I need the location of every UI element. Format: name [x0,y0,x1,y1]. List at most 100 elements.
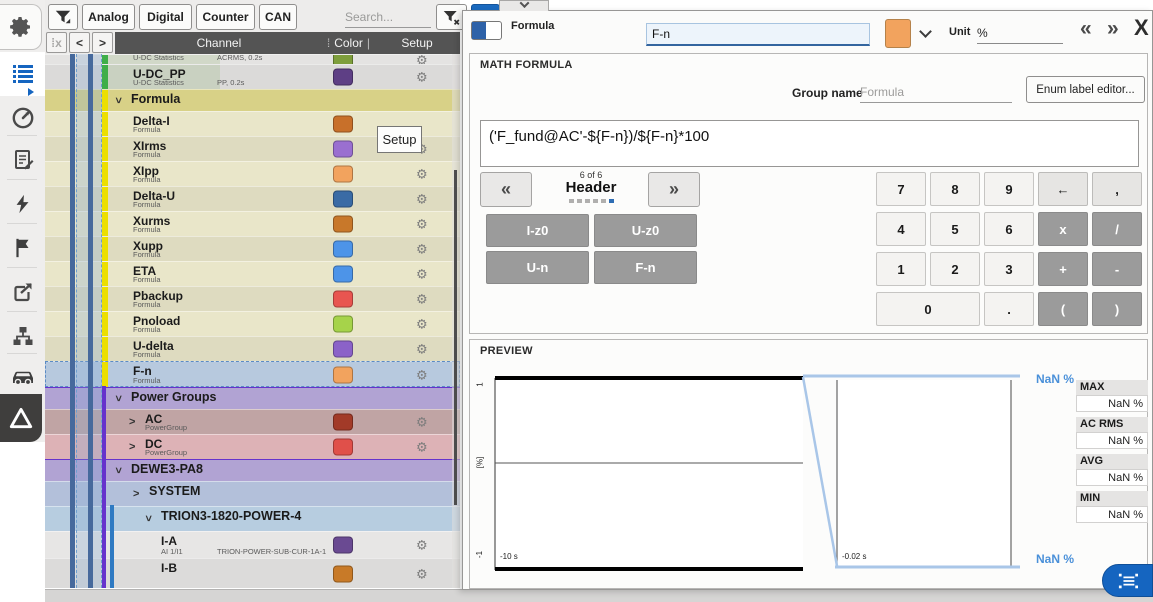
sidebar-item-channel-list[interactable] [0,52,45,96]
column-setup[interactable]: Setup [374,36,460,50]
color-swatch[interactable] [333,566,353,583]
key-3[interactable]: 3 [984,252,1034,286]
color-swatch[interactable] [333,54,353,64]
color-swatch[interactable] [333,166,353,183]
setup-gear-icon[interactable]: ⚙ [416,71,428,84]
channel-row-delta-u[interactable]: > Delta-U Formula ⚙ [45,186,460,211]
chevron-down-icon[interactable] [919,25,932,38]
hide-column-button[interactable]: ⁞x [46,32,67,53]
sidebar-item-vehicle[interactable] [0,355,45,397]
color-swatch[interactable] [333,191,353,208]
settings-tab[interactable] [0,4,42,50]
close-button[interactable]: X [1134,15,1149,41]
setup-gear-icon[interactable]: ⚙ [416,416,428,429]
key-+[interactable]: + [1038,252,1088,286]
filter-button[interactable] [48,4,78,30]
setup-gear-icon[interactable]: ⚙ [416,368,428,381]
sidebar-item-power[interactable] [0,183,45,225]
channel-row-dc[interactable]: > DC PowerGroup ⚙ [45,434,460,459]
filter-tab-can[interactable]: CAN [259,4,297,30]
sidebar-item-topology[interactable] [0,315,45,357]
color-swatch[interactable] [333,316,353,333]
column-color[interactable]: Color [334,36,363,50]
key--[interactable]: - [1092,252,1142,286]
channel-row-partial[interactable]: > U-DC Statistics ACRMS, 0.2s ⚙ [45,54,460,64]
expand-chevron-icon[interactable]: > [129,416,135,428]
key-)[interactable]: ) [1092,292,1142,326]
group-row-power groups[interactable]: > Power Groups [45,387,460,409]
group-name-input[interactable] [860,82,1012,103]
color-swatch[interactable] [333,69,353,86]
key-backspace[interactable]: ← [1038,172,1088,206]
color-swatch[interactable] [333,366,353,383]
scroll-left-button[interactable]: < [69,32,90,53]
setup-gear-icon[interactable]: ⚙ [416,539,428,552]
keyboard-toggle-button[interactable] [1102,564,1153,597]
channel-enable-toggle[interactable] [471,21,502,40]
key-0[interactable]: 0 [876,292,980,326]
channel-row-i-b[interactable]: > I-B ⚙ [45,558,460,588]
expand-chevron-icon[interactable]: > [112,467,124,473]
filter-tab-digital[interactable]: Digital [139,4,192,30]
expand-chevron-icon[interactable]: > [112,97,124,103]
color-swatch[interactable] [333,291,353,308]
color-swatch[interactable] [333,439,353,456]
operand-button-i-z0[interactable]: I-z0 [486,214,589,247]
setup-gear-icon[interactable]: ⚙ [416,193,428,206]
expand-chevron-icon[interactable]: > [142,515,154,521]
key-2[interactable]: 2 [930,252,980,286]
key-1[interactable]: 1 [876,252,926,286]
channel-row-pbackup[interactable]: > Pbackup Formula ⚙ [45,286,460,311]
channel-row-xurms[interactable]: > Xurms Formula ⚙ [45,211,460,236]
setup-gear-icon[interactable]: ⚙ [416,168,428,181]
expand-chevron-icon[interactable]: > [133,488,139,500]
column-channel[interactable]: Channel [115,36,323,50]
group-row-dewe3-pa8[interactable]: > DEWE3-PA8 [45,459,460,481]
color-swatch[interactable] [333,537,353,554]
search-input[interactable] [345,7,431,27]
panel-collapse-tab[interactable] [499,0,549,11]
key-x[interactable]: x [1038,212,1088,246]
channel-row-i-a[interactable]: > I-A AI 1/I1 TRION-POWER-SUB-CUR-1A-1 ⚙ [45,531,460,558]
filter-tab-analog[interactable]: Analog [82,4,135,30]
sidebar-item-measurement[interactable] [0,97,45,139]
page-prev-button[interactable]: « [480,172,532,207]
key-5[interactable]: 5 [930,212,980,246]
key-/[interactable]: / [1092,212,1142,246]
channel-row-u-delta[interactable]: > U-delta Formula ⚙ [45,336,460,361]
channel-row-eta[interactable]: > ETA Formula ⚙ [45,261,460,286]
key-6[interactable]: 6 [984,212,1034,246]
expand-chevron-icon[interactable]: > [112,395,124,401]
page-next-button[interactable]: » [648,172,700,207]
group-row-system[interactable]: > SYSTEM [45,481,460,506]
key-.[interactable]: . [984,292,1034,326]
setup-gear-icon[interactable]: ⚙ [416,54,428,64]
formula-expression[interactable]: ('F_fund@AC'-${F-n})/${F-n}*100 [480,120,1139,167]
sidebar-item-logo[interactable] [0,394,42,442]
sidebar-item-events[interactable] [0,227,45,269]
operand-button-u-n[interactable]: U-n [486,251,589,284]
color-swatch[interactable] [333,266,353,283]
unit-input[interactable] [977,23,1063,44]
channel-row-ac[interactable]: > AC PowerGroup ⚙ [45,409,460,434]
setup-gear-icon[interactable]: ⚙ [416,293,428,306]
channel-row-pnoload[interactable]: > Pnoload Formula ⚙ [45,311,460,336]
expand-chevron-icon[interactable]: > [129,441,135,453]
filter-tab-counter[interactable]: Counter [196,4,255,30]
color-swatch[interactable] [333,241,353,258]
group-row-trion3-1820-power-4[interactable]: > TRION3-1820-POWER-4 [45,506,460,531]
next-channel-button[interactable]: » [1107,17,1119,41]
channel-row-xupp[interactable]: > Xupp Formula ⚙ [45,236,460,261]
channel-row-u-dc_pp[interactable]: > U-DC_PP U-DC Statistics PP, 0.2s ⚙ [45,64,460,89]
operand-button-u-z0[interactable]: U-z0 [594,214,697,247]
key-9[interactable]: 9 [984,172,1034,206]
scroll-right-button[interactable]: > [92,32,113,53]
key-,[interactable]: , [1092,172,1142,206]
color-swatch[interactable] [333,216,353,233]
column-header[interactable]: Channel ⁞ Color | Setup [115,32,460,54]
sidebar-item-reporting[interactable] [0,139,45,181]
sidebar-item-export[interactable] [0,271,45,313]
key-4[interactable]: 4 [876,212,926,246]
setup-gear-icon[interactable]: ⚙ [416,243,428,256]
setup-gear-icon[interactable]: ⚙ [416,343,428,356]
